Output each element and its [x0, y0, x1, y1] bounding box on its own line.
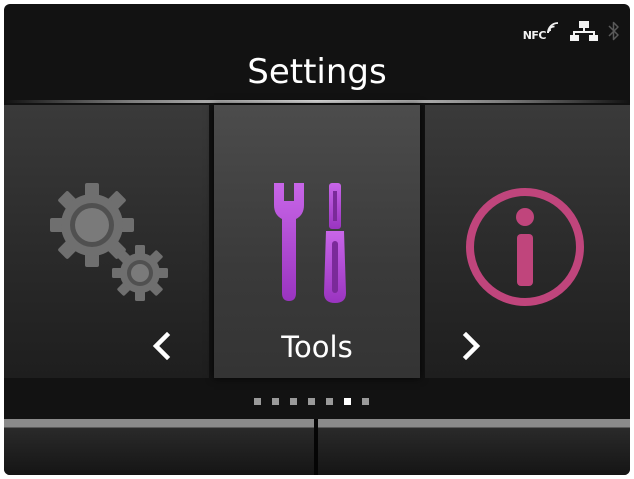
carousel-item-label: Tools — [281, 330, 353, 364]
page-dot — [254, 398, 261, 405]
left-soft-key[interactable] — [4, 419, 314, 475]
page-title: Settings — [247, 52, 387, 92]
network-icon — [570, 21, 598, 41]
nfc-indicator: NFC — [523, 21, 560, 42]
carousel-item-gear[interactable] — [4, 105, 209, 378]
chevron-right-icon — [462, 332, 481, 360]
carousel-item-tools[interactable]: Tools — [214, 105, 420, 378]
info-icon — [466, 188, 584, 306]
page-dot — [362, 398, 369, 405]
device-screen: NFC Settings Tools — [4, 4, 630, 475]
nfc-icon — [547, 21, 559, 33]
tools-icon — [274, 183, 346, 303]
page-dot — [308, 398, 315, 405]
pagination-indicator — [254, 398, 369, 405]
right-soft-key[interactable] — [318, 419, 630, 475]
chevron-left-icon — [152, 332, 171, 360]
page-dot — [344, 398, 351, 405]
page-dot — [272, 398, 279, 405]
bluetooth-icon — [608, 21, 619, 41]
nfc-label: NFC — [522, 28, 547, 42]
page-dot — [326, 398, 333, 405]
title-underline — [4, 100, 630, 103]
next-button[interactable] — [459, 332, 483, 360]
gear-icon — [50, 183, 168, 301]
page-dot — [290, 398, 297, 405]
previous-button[interactable] — [150, 332, 174, 360]
status-bar: NFC — [523, 16, 620, 46]
carousel-item-info[interactable] — [425, 105, 630, 378]
